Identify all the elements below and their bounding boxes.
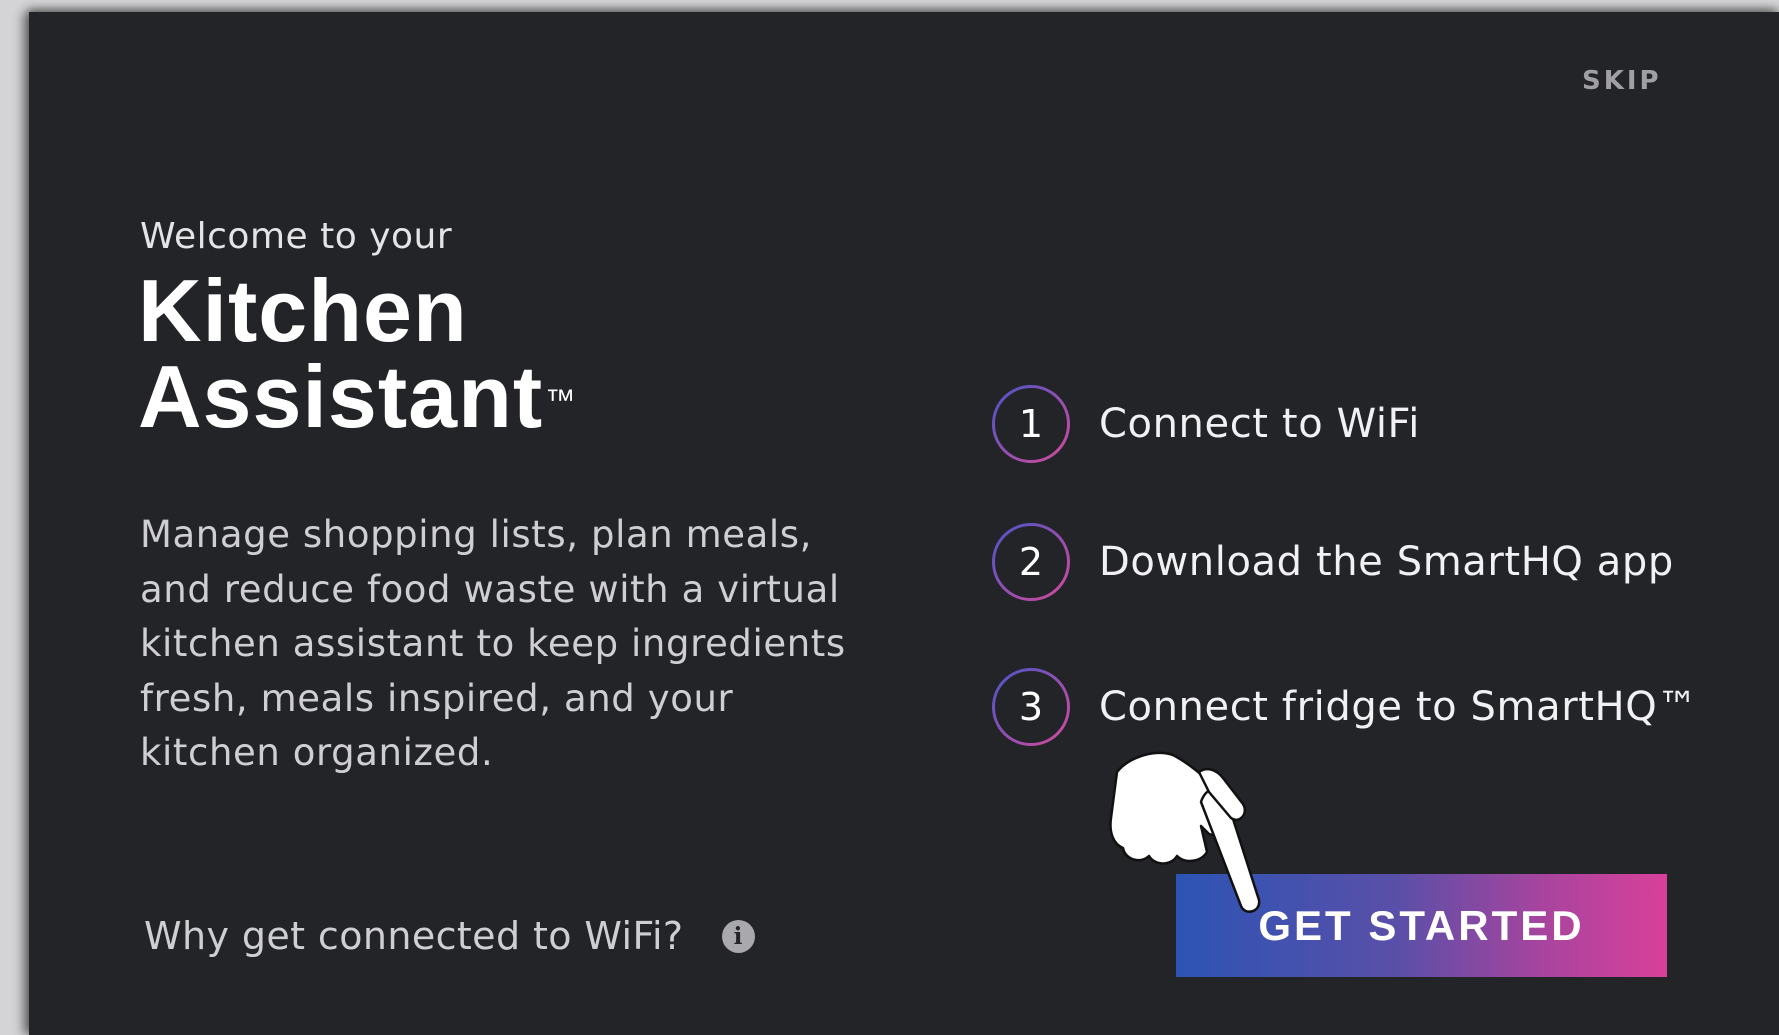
- step-number-badge: 1: [991, 384, 1071, 464]
- step-number: 2: [1018, 540, 1044, 584]
- hand-pointer-icon: [1109, 751, 1261, 913]
- welcome-subtitle: Welcome to your: [140, 216, 453, 257]
- why-wifi-label[interactable]: Why get connected to WiFi?: [144, 914, 684, 958]
- info-icon[interactable]: i: [721, 919, 755, 953]
- title-line-kitchen: Kitchen: [138, 261, 468, 360]
- feature-description: Manage shopping lists, plan meals, and r…: [140, 513, 846, 774]
- skip-button[interactable]: SKIP: [1582, 66, 1662, 96]
- why-wifi-link[interactable]: Why get connected to WiFi? i: [144, 914, 755, 958]
- step-label: Connect to WiFi: [1099, 401, 1420, 447]
- step-number: 1: [1018, 402, 1044, 446]
- title-line-assistant: Assistant™: [138, 353, 577, 441]
- step-download-app: 2 Download the SmartHQ app: [991, 522, 1674, 602]
- step-number-badge: 2: [991, 522, 1071, 602]
- step-label: Download the SmartHQ app: [1099, 539, 1674, 585]
- step-label: Connect fridge to SmartHQ™: [1099, 684, 1698, 730]
- welcome-screen: SKIP Welcome to your Kitchen Assistant™ …: [29, 12, 1779, 1035]
- title-assistant-text: Assistant: [138, 347, 544, 446]
- step-number-badge: 3: [991, 667, 1071, 747]
- trademark-mark: ™: [545, 384, 577, 417]
- step-number: 3: [1018, 685, 1044, 729]
- page-title: Kitchen Assistant™: [138, 261, 577, 441]
- step-connect-wifi: 1 Connect to WiFi: [991, 384, 1420, 464]
